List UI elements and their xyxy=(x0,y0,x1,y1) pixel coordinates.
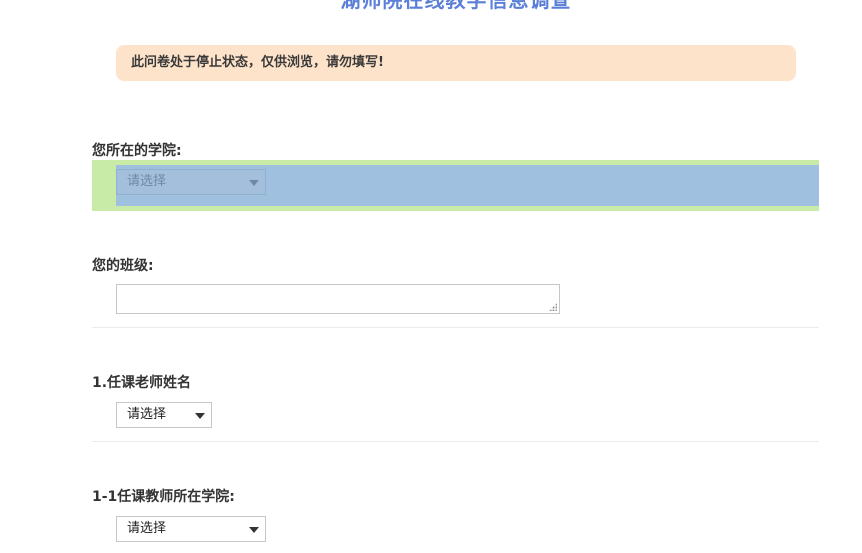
resize-grip-icon[interactable] xyxy=(549,303,557,311)
question-label-college: 您所在的学院: xyxy=(92,143,182,159)
survey-page: 湖师院在线教学信息调查 此问卷处于停止状态，仅供浏览，请勿填写! 您所在的学院:… xyxy=(0,0,862,553)
question-label-teacher-name: 1.任课老师姓名 xyxy=(92,375,192,391)
teacher-name-select[interactable]: 请选择 xyxy=(116,402,212,428)
teacher-college-select[interactable]: 请选择 xyxy=(116,516,266,542)
college-select[interactable]: 请选择 xyxy=(116,169,266,195)
teacher-name-select-value: 请选择 xyxy=(127,407,167,422)
question-label-class: 您的班级: xyxy=(92,258,154,274)
survey-stopped-notice: 此问卷处于停止状态，仅供浏览，请勿填写! xyxy=(116,45,796,81)
question-label-teacher-college: 1-1任课教师所在学院: xyxy=(92,489,235,505)
question-divider xyxy=(92,327,819,328)
chevron-down-icon xyxy=(249,180,259,186)
class-textarea[interactable] xyxy=(116,284,560,314)
survey-title: 湖师院在线教学信息调查 xyxy=(340,0,572,12)
chevron-down-icon xyxy=(249,527,259,533)
teacher-college-select-value: 请选择 xyxy=(127,521,167,536)
question-divider xyxy=(92,441,819,442)
college-select-value: 请选择 xyxy=(127,174,167,189)
chevron-down-icon xyxy=(195,413,205,419)
